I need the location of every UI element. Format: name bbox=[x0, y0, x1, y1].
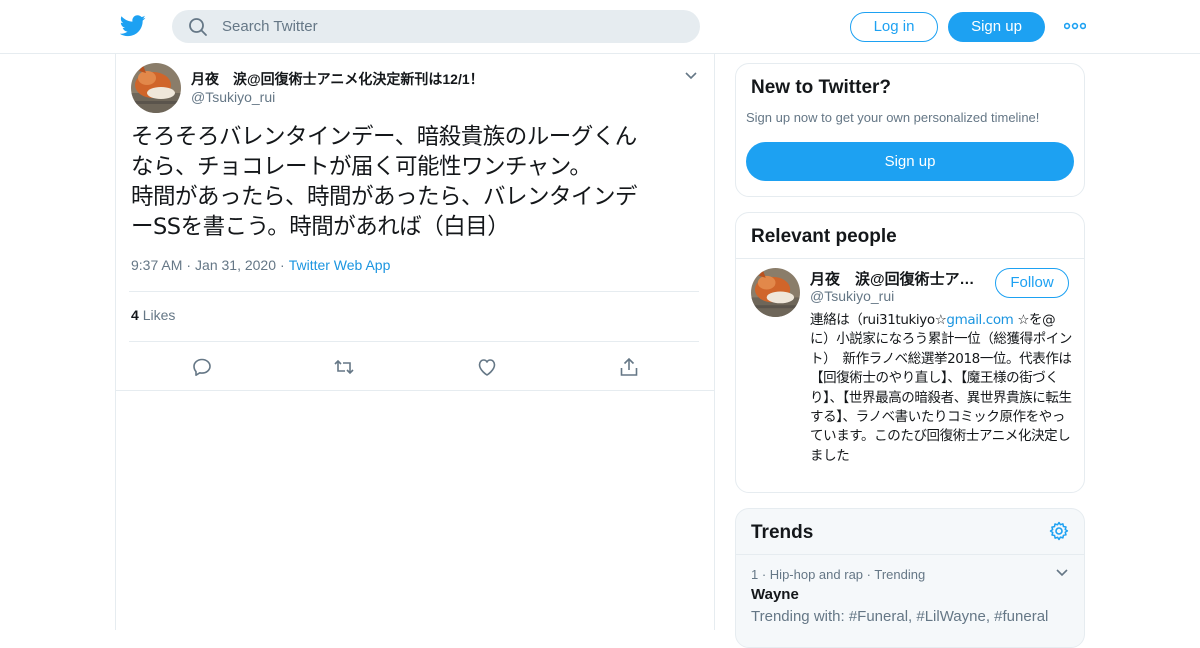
likes-label: Likes bbox=[142, 307, 176, 323]
bio-text: ☆を@に）小説家になろう累計一位（総獲得ポイント） 新作ラノベ総選挙2018一位… bbox=[810, 312, 1072, 464]
search-input[interactable] bbox=[222, 10, 682, 43]
new-to-twitter-title: New to Twitter? bbox=[751, 77, 892, 98]
trend-rank: 1 bbox=[751, 567, 759, 582]
trend-name[interactable]: Wayne bbox=[751, 586, 799, 603]
divider bbox=[129, 291, 699, 292]
more-icon[interactable] bbox=[1064, 18, 1086, 34]
trend-status: Trending bbox=[874, 567, 926, 582]
trend-category: Hip-hop and rap bbox=[769, 567, 864, 582]
divider bbox=[736, 554, 1084, 555]
tweet-date[interactable]: Jan 31, 2020 bbox=[195, 257, 276, 273]
like-icon[interactable] bbox=[476, 356, 498, 378]
tweet-author-handle[interactable]: @Tsukiyo_rui bbox=[191, 89, 275, 105]
fox-avatar-image bbox=[751, 268, 800, 317]
person-bio: 連絡は（rui31tukiyo☆gmail.com ☆を@に）小説家になろう累計… bbox=[810, 311, 1072, 466]
search-icon bbox=[189, 18, 207, 36]
reply-icon[interactable] bbox=[191, 356, 213, 378]
login-button[interactable]: Log in bbox=[850, 12, 938, 42]
trend-trending-with[interactable]: Trending with: #Funeral, #LilWayne, #fun… bbox=[751, 607, 1051, 627]
person-handle[interactable]: @Tsukiyo_rui bbox=[810, 288, 894, 304]
tweet-app-link[interactable]: Twitter Web App bbox=[289, 257, 391, 273]
divider bbox=[736, 258, 1084, 259]
divider bbox=[129, 341, 699, 342]
bio-link[interactable]: gmail.com bbox=[946, 312, 1013, 328]
share-icon[interactable] bbox=[618, 356, 640, 378]
tweet-author-name[interactable]: 月夜 涙@回復術士アニメ化決定新刊は12/1！ bbox=[191, 69, 484, 89]
tweet-metadata: 9:37 AM · Jan 31, 2020 · Twitter Web App bbox=[131, 257, 391, 273]
bio-text: 連絡は（rui31tukiyo☆ bbox=[810, 312, 947, 328]
avatar[interactable] bbox=[131, 63, 181, 113]
top-bar: Log in Sign up bbox=[0, 0, 1200, 54]
avatar[interactable] bbox=[751, 268, 800, 317]
tweet-time[interactable]: 9:37 AM bbox=[131, 257, 182, 273]
fox-avatar-image bbox=[131, 63, 181, 113]
search-bar[interactable] bbox=[172, 10, 700, 43]
chevron-down-icon[interactable] bbox=[684, 70, 698, 82]
trend-meta: 1 · Hip-hop and rap · Trending bbox=[751, 567, 926, 582]
relevant-people-card: Relevant people 月夜 涙@回復術士アニメ化決定新刊は12/1！ … bbox=[735, 212, 1085, 493]
gear-icon[interactable] bbox=[1049, 521, 1069, 541]
chevron-down-icon[interactable] bbox=[1055, 567, 1069, 579]
signup-button[interactable]: Sign up bbox=[948, 12, 1045, 42]
follow-button[interactable]: Follow bbox=[995, 268, 1069, 298]
relevant-people-title: Relevant people bbox=[751, 226, 897, 247]
new-to-twitter-subtitle: Sign up now to get your own personalized… bbox=[746, 110, 1040, 125]
person-name[interactable]: 月夜 涙@回復術士アニメ化決定新刊は12/1！ bbox=[810, 268, 980, 289]
retweet-icon[interactable] bbox=[333, 356, 355, 378]
tweet: 月夜 涙@回復術士アニメ化決定新刊は12/1！ @Tsukiyo_rui そろそ… bbox=[116, 54, 714, 391]
likes-number: 4 bbox=[131, 307, 139, 323]
twitter-bird-icon[interactable] bbox=[120, 14, 146, 38]
trends-title: Trends bbox=[751, 522, 814, 543]
new-to-twitter-card: New to Twitter? Sign up now to get your … bbox=[735, 63, 1085, 197]
trends-card: Trends 1 · Hip-hop and rap · Trending Wa… bbox=[735, 508, 1085, 648]
sidebar-signup-button[interactable]: Sign up bbox=[746, 142, 1074, 181]
tweet-text: そろそろバレンタインデー、暗殺貴族のルーグくん なら、チョコレートが届く可能性ワ… bbox=[131, 124, 638, 240]
likes-count[interactable]: 4 Likes bbox=[131, 307, 175, 323]
timeline-column: 月夜 涙@回復術士アニメ化決定新刊は12/1！ @Tsukiyo_rui そろそ… bbox=[115, 54, 715, 630]
